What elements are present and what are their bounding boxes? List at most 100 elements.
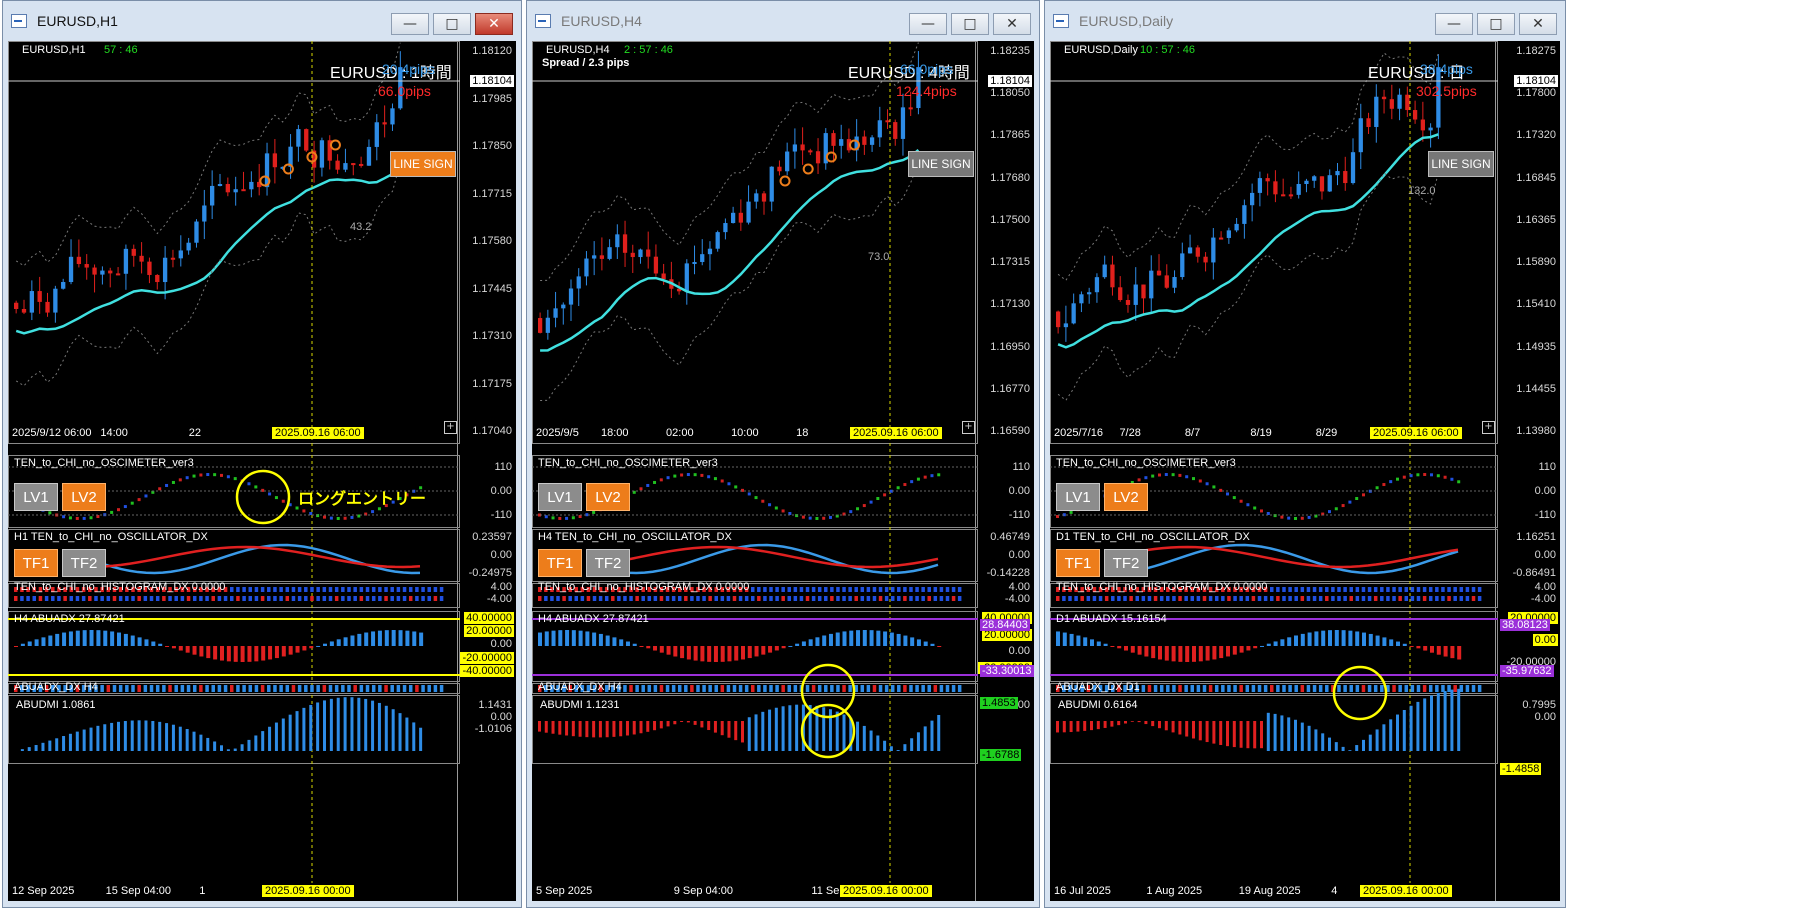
dmi-bar (883, 740, 887, 751)
histogram-cell (1422, 596, 1427, 601)
line-sign-button[interactable]: LINE SIGN (390, 151, 456, 177)
price-axis-label: 1.17310 (472, 330, 512, 342)
tf2-button[interactable]: TF2 (62, 549, 106, 577)
lv2-button[interactable]: LV2 (586, 483, 630, 511)
tf1-button[interactable]: TF1 (1056, 549, 1100, 577)
dmi-bar (1144, 721, 1148, 725)
histogram-cell (1428, 596, 1433, 601)
chart-area[interactable]: 1.18275 1.17800 1.17320 1.16845 1.16365 1.158… (1050, 41, 1560, 901)
histogram-cell (842, 587, 846, 592)
histogram-cell (1288, 587, 1292, 592)
candle-body (343, 163, 348, 170)
candle-body (1335, 171, 1340, 176)
chart-window-d1[interactable]: EURUSD,Daily — □ ✕ 1.18275 1.17800 1.17320 1.16… (1044, 0, 1566, 908)
oscimeter-dot (903, 483, 907, 487)
expand-icon[interactable]: + (444, 421, 457, 434)
window-titlebar[interactable]: EURUSD,Daily — □ ✕ (1045, 1, 1565, 41)
price-axis[interactable]: 1.18120 1.17985 1.17850 1.17715 1.17580 1.174… (457, 41, 516, 901)
chart-area[interactable]: 1.18235 1.18050 1.17865 1.17680 1.17500 1.173… (532, 41, 1034, 901)
adxdx-cell (714, 685, 718, 692)
dmi-bar (693, 721, 697, 725)
bar-timer: 57 : 46 (104, 44, 138, 56)
adx-bar (158, 643, 163, 646)
adxdx-cell (1361, 685, 1366, 692)
adx-bar (261, 646, 266, 661)
adxdx-cell (273, 685, 277, 692)
dmi-bar (343, 697, 347, 751)
histogram-cell (217, 596, 222, 601)
histogram-cell (421, 596, 425, 601)
tf2-button[interactable]: TF2 (1104, 549, 1148, 577)
window-title: EURUSD,H4 (561, 13, 642, 29)
histogram-cell (708, 596, 712, 601)
tf1-button[interactable]: TF1 (538, 549, 582, 577)
histogram-cell (1062, 596, 1066, 601)
adxdx-cell (726, 685, 731, 692)
maximize-button[interactable]: □ (1477, 13, 1515, 35)
expand-icon[interactable]: + (1482, 421, 1495, 434)
minimize-button[interactable]: — (909, 13, 947, 35)
lower-band (1057, 172, 1439, 402)
time-axis-label: 18:00 (601, 427, 629, 439)
adx-bar (309, 646, 314, 649)
adxdx-cell (951, 685, 956, 692)
price-axis[interactable]: 1.18235 1.18050 1.17865 1.17680 1.17500 1.173… (975, 41, 1034, 901)
oscimeter-dot (544, 515, 548, 519)
chart-window-h4[interactable]: EURUSD,H4 — □ ✕ 1.18235 1.18050 1.17865 1.17680… (526, 0, 1040, 908)
lv1-button[interactable]: LV1 (1056, 483, 1100, 511)
tf1-button[interactable]: TF1 (14, 549, 58, 577)
candle-body (319, 140, 325, 168)
adx-bar (1443, 646, 1448, 657)
adx-bar (1409, 646, 1414, 647)
adx-bar (1389, 639, 1394, 646)
candle-body (1250, 192, 1255, 206)
histogram-cell (903, 596, 907, 601)
adx-bar (350, 635, 355, 646)
histogram-cell (641, 596, 645, 601)
expand-icon[interactable]: + (962, 421, 975, 434)
chart-area[interactable]: 1.18120 1.17985 1.17850 1.17715 1.17580 1.174… (8, 41, 516, 901)
line-sign-button[interactable]: LINE SIGN (1428, 151, 1494, 177)
histogram-cell (328, 596, 333, 601)
oscimeter-dot (768, 503, 772, 507)
lv2-button[interactable]: LV2 (62, 483, 106, 511)
histogram-cell (1086, 596, 1091, 601)
histogram-cell (137, 596, 141, 601)
adx-bar (130, 635, 135, 646)
oscimeter-dot (1416, 473, 1420, 477)
close-button[interactable]: ✕ (993, 13, 1031, 35)
lv1-button[interactable]: LV1 (14, 483, 58, 511)
histogram-cell (402, 596, 407, 601)
dmi-bar (544, 721, 548, 733)
dmi-bar (398, 713, 402, 751)
dmi-bar (55, 738, 59, 751)
window-titlebar[interactable]: EURUSD,H4 — □ ✕ (527, 1, 1039, 41)
histogram-cell (909, 596, 913, 601)
oscimeter-dot (1409, 474, 1413, 478)
candle-body (100, 270, 105, 275)
adx-bar (720, 646, 725, 662)
chart-window-h1[interactable]: EURUSD,H1 — □ ✕ 1.18120 1.17985 1.17850 1.17715… (2, 0, 522, 908)
signal-circle (329, 139, 341, 151)
window-titlebar[interactable]: EURUSD,H1 — □ ✕ (3, 1, 521, 41)
candle-body (785, 151, 790, 172)
lv1-button[interactable]: LV1 (538, 483, 582, 511)
line-sign-button[interactable]: LINE SIGN (908, 151, 974, 177)
candle-body (1063, 323, 1069, 328)
lv2-button[interactable]: LV2 (1104, 483, 1148, 511)
adxdx-cell (751, 685, 755, 692)
tf2-button[interactable]: TF2 (586, 549, 630, 577)
close-button[interactable]: ✕ (475, 13, 513, 35)
histogram-cell (149, 596, 154, 601)
maximize-button[interactable]: □ (951, 13, 989, 35)
candle-body (272, 153, 278, 168)
histogram-cell (118, 596, 123, 601)
histogram-cell (174, 596, 178, 601)
minimize-button[interactable]: — (391, 13, 429, 35)
close-button[interactable]: ✕ (1519, 13, 1557, 35)
histogram-cell (1306, 587, 1311, 592)
histogram-cell (1172, 596, 1176, 601)
minimize-button[interactable]: — (1435, 13, 1473, 35)
histogram-cell (273, 596, 277, 601)
maximize-button[interactable]: □ (433, 13, 471, 35)
